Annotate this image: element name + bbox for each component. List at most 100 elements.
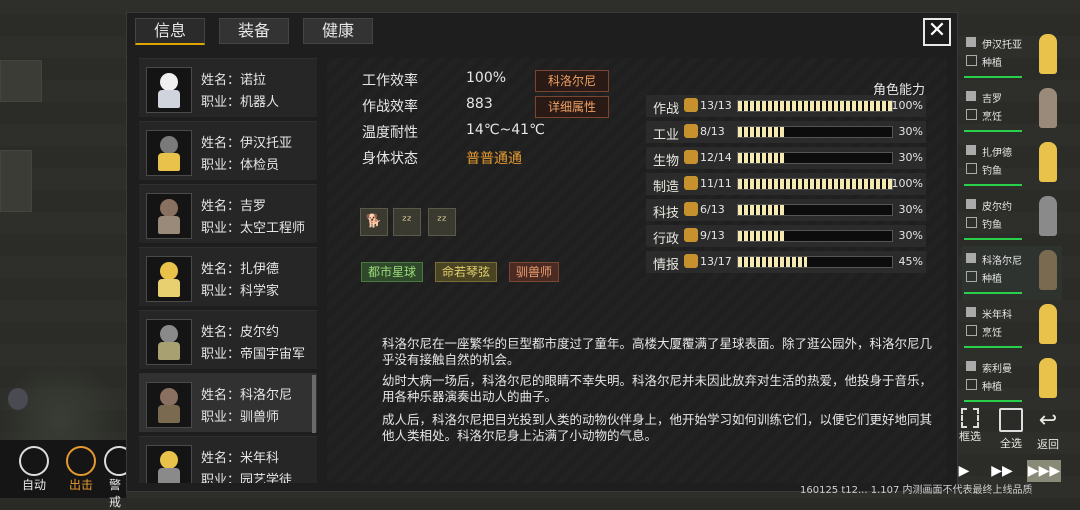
colonist-figure [1039,304,1057,344]
colonist-card[interactable]: 姓名：科洛尔尼 职业：驯兽师 [139,373,317,432]
colonist-list[interactable]: 姓名：诺拉 职业：机器人 姓名：伊汉托亚 职业：体检员 姓名：吉罗 职业：太空工程师 姓名：… [139,58,317,483]
auto-button[interactable]: 自动 [12,446,56,493]
colonist-card[interactable]: 姓名：皮尔约 职业：帝国宇宙军 [139,310,317,369]
colonist-figure [1039,142,1057,182]
story-paragraph: 幼时大病一场后，科洛尔尼的眼睛不幸失明。科洛尔尼并未因此放弃对生活的热爱，他投身… [382,373,933,404]
right-colonist-item[interactable]: 米年科 烹饪 [962,300,1062,354]
person-icon [966,307,976,317]
right-colonist-task: 种植 [982,274,1002,285]
ability-bar-fill [738,257,808,267]
guard-label: 警戒 [108,478,121,509]
select-all-button[interactable]: 全选 [994,408,1028,450]
frame-select-button[interactable]: 框选 [958,408,982,443]
health-bar [964,76,1022,78]
colonist-card[interactable]: 姓名：伊汉托亚 职业：体检员 [139,121,317,180]
tab-equipment[interactable]: 装备 [219,18,289,44]
stat-label: 温度耐性 [362,125,418,141]
avatar [146,193,192,239]
colonist-name: 姓名：伊汉托亚 [201,136,293,151]
avatar [146,382,192,428]
sleep-icon[interactable]: ᶻᶻ [428,208,456,236]
ability-row[interactable]: 科技 6/13 30% [646,199,926,221]
colonist-job: 职业：帝国宇宙军 [201,347,306,362]
colonist-job: 职业：太空工程师 [201,221,306,236]
character-info-modal: 信息 装备 健康 ✕ 姓名：诺拉 职业：机器人 姓名：伊汉托亚 职业：体检员 姓名：吉罗… [126,12,958,492]
colonist-card[interactable]: 姓名：诺拉 职业：机器人 [139,58,317,117]
health-bar [964,238,1022,240]
avatar-body [158,279,180,297]
trait-tag[interactable]: 命若琴弦 [435,262,498,282]
ability-icon [684,202,698,216]
detail-attributes-button[interactable]: 详细属性 [535,96,609,118]
right-colonist-task: 种植 [982,382,1002,393]
ability-row[interactable]: 工业 8/13 30% [646,121,926,143]
speed-normal-button[interactable]: ▶ [947,460,981,482]
right-colonist-item[interactable]: 扎伊德 钓鱼 [962,138,1062,192]
grid-icon [999,408,1023,432]
sleep-icon[interactable]: ᶻᶻ [393,208,421,236]
ability-bar-fill [738,101,892,111]
colonist-card[interactable]: 姓名：米年科 职业：园艺学徒 [139,436,317,483]
colonist-name: 姓名：诺拉 [201,73,267,88]
ability-label: 科技 [653,206,680,221]
close-button[interactable]: ✕ [923,18,951,46]
right-colonist-task: 烹饪 [982,328,1002,339]
person-icon [966,91,976,101]
ability-label: 行政 [653,232,680,247]
colonist-card[interactable]: 姓名：吉罗 职业：太空工程师 [139,184,317,243]
health-bar [964,184,1022,186]
avatar-body [158,468,180,483]
ability-row[interactable]: 情报 13/17 45% [646,251,926,273]
right-colonist-name: 索利曼 [982,364,1012,375]
trait-tag[interactable]: 驯兽师 [509,262,560,282]
speed-fastest-button[interactable]: ▶▶▶ [1027,460,1061,482]
right-colonist-name: 扎伊德 [982,148,1012,159]
right-colonist-item[interactable]: 吉罗 烹饪 [962,84,1062,138]
ability-bar-fill [738,205,785,215]
trait-tag[interactable]: 都市星球 [361,262,424,282]
colonist-figure [1039,196,1057,236]
ability-percent: 30% [898,203,923,216]
right-colonist-item[interactable]: 索利曼 种植 [962,354,1062,408]
ability-count: 13/17 [700,255,732,268]
back-button[interactable]: ↩ 返回 [1030,408,1066,452]
right-colonist-task: 种植 [982,58,1002,69]
tab-info[interactable]: 信息 [135,18,205,45]
ability-count: 11/11 [700,177,732,190]
right-colonist-item[interactable]: 伊汉托亚 种植 [962,30,1062,84]
back-arrow-icon: ↩ [1038,408,1058,433]
attack-button[interactable]: 出击 [59,446,103,493]
ability-row[interactable]: 作战 13/13 100% [646,95,926,117]
ability-icon [684,176,698,190]
ability-count: 6/13 [700,203,725,216]
ability-row[interactable]: 制造 11/11 100% [646,173,926,195]
dog-icon[interactable]: 🐕 [360,208,388,236]
speed-fast-button[interactable]: ▶▶ [985,460,1019,482]
colonist-name: 姓名：扎伊德 [201,262,280,277]
colonist-figure [1039,358,1057,398]
list-scrollbar[interactable] [312,375,316,433]
colonist-card[interactable]: 姓名：扎伊德 职业：科学家 [139,247,317,306]
ability-row[interactable]: 行政 9/13 30% [646,225,926,247]
ability-percent: 30% [898,125,923,138]
colonist-name: 姓名：米年科 [201,451,280,466]
ability-label: 工业 [653,128,680,143]
ability-bar-fill [738,231,785,241]
ability-row[interactable]: 生物 12/14 30% [646,147,926,169]
back-label: 返回 [1037,438,1059,451]
avatar-head [160,325,178,343]
guard-button[interactable]: 警戒 [104,446,126,510]
checkbox-icon [966,325,977,336]
right-colonist-name: 科洛尔尼 [982,256,1022,267]
name-pill[interactable]: 科洛尔尼 [535,70,609,92]
person-icon [966,37,976,47]
avatar-head [160,451,178,469]
avatar-head [160,136,178,154]
stat-value: 普普通通 [466,151,522,167]
story-paragraph: 科洛尔尼在一座繁华的巨型都市度过了童年。高楼大厦覆满了星球表面。除了逛公园外，科… [382,336,933,367]
right-colonist-item[interactable]: 科洛尔尼 种植 [962,246,1062,300]
tab-health[interactable]: 健康 [303,18,373,44]
stat-label: 作战效率 [362,99,418,115]
right-colonist-item[interactable]: 皮尔约 钓鱼 [962,192,1062,246]
checkbox-icon [966,271,977,282]
